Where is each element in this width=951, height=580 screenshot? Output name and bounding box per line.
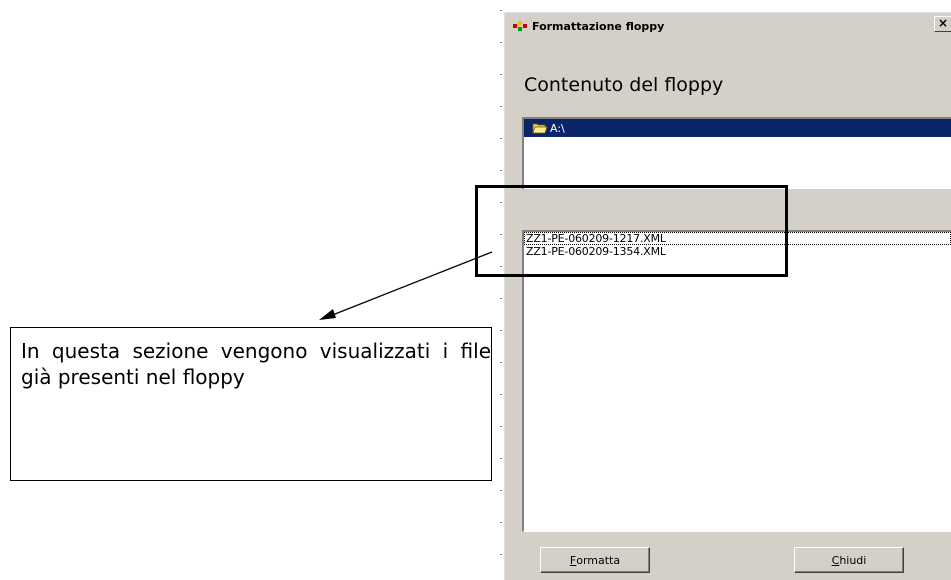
annotation-callout: In questa sezione vengono visualizzati i… bbox=[10, 327, 492, 481]
callout-arrow bbox=[319, 251, 493, 320]
annotation-text: In questa sezione vengono visualizzati i… bbox=[21, 339, 491, 389]
